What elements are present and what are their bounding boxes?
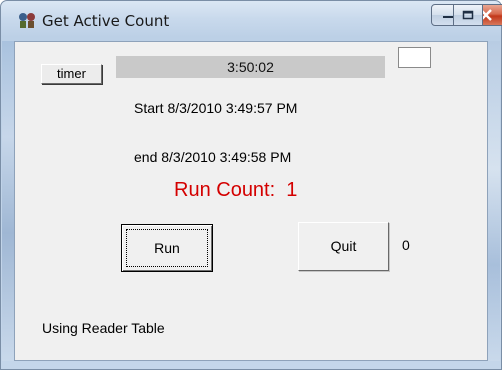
client-area: timer 3:50:02 Start 8/3/2010 3:49:57 PM …	[14, 41, 488, 361]
counter-value: 0	[402, 237, 410, 253]
run-button-label: Run	[154, 240, 180, 256]
time-display: 3:50:02	[116, 56, 385, 78]
window-title: Get Active Count	[42, 12, 170, 30]
app-window: Get Active Count timer 3:50:02 Start 8/3…	[0, 0, 502, 370]
end-time-label: end 8/3/2010 3:49:58 PM	[134, 149, 292, 165]
small-text-box[interactable]	[398, 47, 431, 68]
timer-button[interactable]: timer	[41, 64, 102, 84]
maximize-button[interactable]	[453, 4, 483, 26]
run-button[interactable]: Run	[121, 224, 213, 272]
background-strip-right	[488, 41, 500, 361]
app-icon	[19, 13, 35, 28]
background-strip-left	[2, 41, 14, 361]
run-count-label: Run Count: 1	[174, 179, 298, 201]
status-label: Using Reader Table	[42, 320, 165, 336]
start-time-label: Start 8/3/2010 3:49:57 PM	[134, 100, 298, 116]
maximize-icon	[462, 10, 474, 20]
title-bar[interactable]: Get Active Count	[1, 1, 502, 41]
quit-button[interactable]: Quit	[298, 222, 389, 271]
